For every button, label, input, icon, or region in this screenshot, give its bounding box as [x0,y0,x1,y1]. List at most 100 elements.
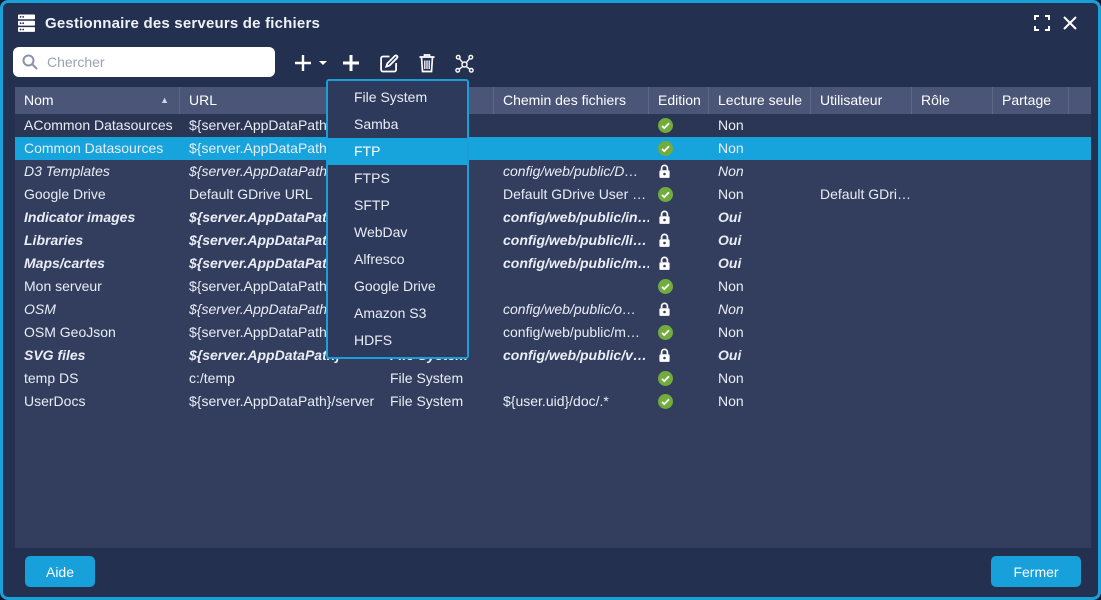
edition-allowed-icon [658,394,673,409]
cell-lecture: Non [709,160,811,183]
column-header-utilisateur[interactable]: Utilisateur [811,87,912,114]
table-row[interactable]: Maps/cartes${server.AppDataPathconfig/we… [15,252,1091,275]
lock-icon [658,164,671,179]
table-header: Nom▲ URL Chemin des fichiers Edition Lecture… [15,87,1091,114]
menu-item-ftp[interactable]: FTP [328,138,467,165]
menu-item-ftps[interactable]: FTPS [328,165,467,192]
cell-edition [649,160,709,183]
cell-nom: Libraries [15,229,180,252]
cell-filler [1069,137,1091,160]
cell-edition [649,114,709,137]
cell-utilisateur [811,390,912,413]
column-header-edition[interactable]: Edition [649,87,709,114]
table-row[interactable]: Google DriveDefault GDrive URLDefault GD… [15,183,1091,206]
menu-item-file-system[interactable]: File System [328,84,467,111]
cell-lecture: Non [709,390,811,413]
column-header-nom[interactable]: Nom▲ [15,87,180,114]
cell-role [912,390,993,413]
cell-nom: OSM [15,298,180,321]
cell-lecture: Non [709,298,811,321]
menu-item-google-drive[interactable]: Google Drive [328,273,467,300]
cell-role [912,321,993,344]
cell-partage [993,275,1069,298]
cell-edition [649,298,709,321]
cell-nom: OSM GeoJson [15,321,180,344]
cell-chemin: config/web/public/v… [494,344,649,367]
cell-edition [649,252,709,275]
column-header-partage[interactable]: Partage [993,87,1069,114]
column-header-9[interactable] [1069,87,1091,114]
sort-asc-icon: ▲ [160,87,169,114]
table-row[interactable]: Libraries${server.AppDataPathconfig/web/… [15,229,1091,252]
edition-allowed-icon [658,371,673,386]
cell-lecture: Non [709,321,811,344]
edit-server-button[interactable] [370,47,409,79]
search-icon [21,53,39,71]
cell-utilisateur [811,344,912,367]
cell-partage [993,114,1069,137]
cell-chemin [494,114,649,137]
delete-server-button[interactable] [409,47,445,79]
column-label: URL [189,87,217,114]
table-row[interactable]: SVG files${server.AppDataPath}File Syste… [15,344,1091,367]
cell-lecture: Non [709,275,811,298]
table-row[interactable]: UserDocs${server.AppDataPath}/serverFile… [15,390,1091,413]
cell-utilisateur [811,137,912,160]
cell-edition [649,344,709,367]
menu-item-webdav[interactable]: WebDav [328,219,467,246]
menu-item-samba[interactable]: Samba [328,111,467,138]
cell-partage [993,137,1069,160]
cell-chemin [494,137,649,160]
cell-filler [1069,114,1091,137]
cell-utilisateur [811,321,912,344]
cell-partage [993,344,1069,367]
cell-filler [1069,160,1091,183]
close-button[interactable] [1056,9,1084,37]
column-header-chemin-des-fichiers[interactable]: Chemin des fichiers [494,87,649,114]
cell-type: File System [381,367,494,390]
cell-partage [993,367,1069,390]
add-server-type-caret[interactable] [318,47,332,79]
table-row[interactable]: Common Datasources${server.AppDataPathNo… [15,137,1091,160]
cell-partage [993,206,1069,229]
cell-role [912,137,993,160]
cell-lecture: Oui [709,206,811,229]
column-header-r-le[interactable]: Rôle [912,87,993,114]
add-server-button[interactable] [284,47,322,79]
menu-item-hdfs[interactable]: HDFS [328,327,467,354]
cell-utilisateur [811,298,912,321]
column-label: Edition [658,87,701,114]
table-row[interactable]: OSM${server.AppDataPathconfig/web/public… [15,298,1091,321]
cell-role [912,114,993,137]
table-row[interactable]: D3 Templates${server.AppDataPathconfig/w… [15,160,1091,183]
menu-item-amazon-s3[interactable]: Amazon S3 [328,300,467,327]
cell-type: File System [381,390,494,413]
table-row[interactable]: OSM GeoJson${server.AppDataPathconfig/we… [15,321,1091,344]
maximize-button[interactable] [1028,9,1056,37]
help-button[interactable]: Aide [25,556,95,587]
table-row[interactable]: temp DSc:/tempFile SystemNon [15,367,1091,390]
cell-edition [649,183,709,206]
server-table: Nom▲ URL Chemin des fichiers Edition Lecture… [15,87,1091,548]
table-row[interactable]: Mon serveur${server.AppDataPathNon [15,275,1091,298]
menu-item-sftp[interactable]: SFTP [328,192,467,219]
menu-item-alfresco[interactable]: Alfresco [328,246,467,273]
cell-role [912,183,993,206]
edit-icon [378,52,401,75]
cell-role [912,229,993,252]
close-dialog-button[interactable]: Fermer [991,556,1081,587]
cell-utilisateur [811,252,912,275]
search-input[interactable] [45,53,267,71]
edition-allowed-icon [658,279,673,294]
table-row[interactable]: Indicator images${server.AppDataPathconf… [15,206,1091,229]
cell-partage [993,252,1069,275]
table-row[interactable]: ACommon Datasources${server.AppDataPathN… [15,114,1091,137]
cell-filler [1069,344,1091,367]
cell-filler [1069,206,1091,229]
column-header-lecture-seule[interactable]: Lecture seule [709,87,811,114]
test-connection-button[interactable] [445,47,484,79]
cell-lecture: Non [709,137,811,160]
cell-chemin: config/web/public/o… [494,298,649,321]
cell-utilisateur [811,206,912,229]
new-server-button[interactable] [332,47,370,79]
